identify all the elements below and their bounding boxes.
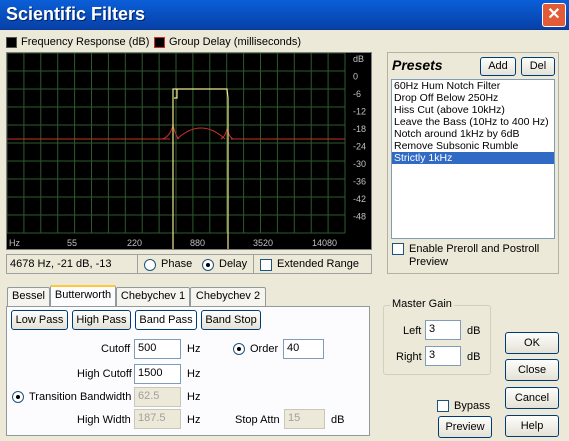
divider	[253, 255, 254, 273]
tab-chebychev-1[interactable]: Chebychev 1	[116, 287, 190, 306]
group-delay-label: Group Delay (milliseconds)	[169, 36, 302, 48]
list-item[interactable]: Hiss Cut (above 10kHz)	[392, 104, 554, 116]
presets-title: Presets	[392, 57, 443, 73]
right-gain-unit: dB	[467, 351, 481, 363]
phase-label: Phase	[161, 258, 193, 270]
list-item[interactable]: Strictly 1kHz	[392, 152, 554, 164]
status-bar: 4678 Hz, -21 dB, -13 Phase Delay Extende…	[6, 254, 372, 274]
list-item[interactable]: Notch around 1kHz by 6dB	[392, 128, 554, 140]
close-button[interactable]: Close	[505, 359, 559, 381]
x-tick-label: 3520	[253, 238, 273, 248]
add-preset-button[interactable]: Add	[480, 57, 516, 76]
cutoff-label: Cutoff	[101, 343, 131, 355]
right-gain-field[interactable]: 3	[425, 346, 461, 366]
stop-attn-field[interactable]: 15	[284, 409, 325, 429]
preview-button[interactable]: Preview	[438, 416, 492, 438]
group-delay-arc	[176, 127, 226, 140]
x-tick-label: 220	[127, 238, 142, 248]
y-tick-label: -24	[353, 142, 366, 152]
high-cutoff-label: High Cutoff	[77, 368, 132, 380]
presets-list[interactable]: 60Hz Hum Notch Filter Drop Off Below 250H…	[391, 79, 555, 239]
transition-bandwidth-label: Transition Bandwidth	[29, 391, 132, 403]
title-bar: Scientific Filters ✕	[0, 0, 569, 30]
frequency-response-curve	[172, 88, 229, 249]
y-tick-label: -42	[353, 194, 366, 204]
high-width-unit: Hz	[187, 414, 201, 426]
order-field[interactable]: 40	[283, 339, 324, 359]
band-pass-button[interactable]: Band Pass	[135, 310, 197, 330]
frequency-response-label: Frequency Response (dB)	[21, 36, 150, 48]
transition-bandwidth-field[interactable]: 62.5	[134, 387, 181, 407]
cancel-button[interactable]: Cancel	[505, 387, 559, 409]
stop-attn-unit: dB	[331, 414, 345, 426]
preroll-label: Enable Preroll and Postroll	[409, 243, 540, 255]
y-tick-label: -30	[353, 159, 366, 169]
cutoff-unit: Hz	[187, 343, 201, 355]
high-pass-button[interactable]: High Pass	[72, 310, 131, 330]
y-tick-label: dB	[353, 54, 364, 64]
order-radio[interactable]	[233, 343, 245, 355]
y-tick-label: 0	[353, 72, 358, 82]
list-item[interactable]: Leave the Bass (10Hz to 400 Hz)	[392, 116, 554, 128]
high-width-field[interactable]: 187.5	[134, 409, 181, 429]
master-gain-title: Master Gain	[390, 298, 454, 310]
list-item[interactable]: Remove Subsonic Rumble	[392, 140, 554, 152]
delay-radio[interactable]	[202, 259, 214, 271]
right-gain-label: Right	[396, 351, 422, 363]
order-label: Order	[250, 343, 279, 355]
high-width-label: High Width	[77, 414, 131, 426]
x-tick-label: 14080	[312, 238, 337, 248]
stop-attn-label: Stop Attn	[235, 414, 280, 426]
window-title: Scientific Filters	[6, 4, 146, 24]
x-tick-label: 880	[190, 238, 205, 248]
ok-button[interactable]: OK	[505, 332, 559, 354]
divider	[137, 255, 138, 273]
preroll-checkbox[interactable]	[392, 243, 404, 255]
left-gain-label: Left	[403, 325, 422, 337]
left-gain-unit: dB	[467, 325, 481, 337]
delete-preset-button[interactable]: Del	[521, 57, 555, 76]
low-pass-button[interactable]: Low Pass	[11, 310, 68, 330]
bypass-label: Bypass	[454, 400, 491, 412]
cursor-readout: 4678 Hz, -21 dB, -13	[10, 258, 112, 270]
extended-range-checkbox[interactable]	[260, 259, 272, 271]
left-gain-field[interactable]: 3	[425, 320, 461, 340]
close-icon[interactable]: ✕	[542, 3, 566, 27]
extended-range-label: Extended Range	[277, 258, 359, 270]
preroll-label-preview: Preview	[409, 256, 449, 268]
tab-bessel[interactable]: Bessel	[7, 287, 50, 306]
y-tick-label: -18	[353, 124, 366, 134]
y-tick-label: -48	[353, 212, 366, 222]
x-tick-label: Hz	[9, 238, 20, 248]
cutoff-field[interactable]: 500	[134, 339, 181, 359]
list-item[interactable]: 60Hz Hum Notch Filter	[392, 80, 554, 92]
list-item[interactable]: Drop Off Below 250Hz	[392, 92, 554, 104]
x-tick-label: 55	[67, 238, 77, 248]
y-tick-label: -12	[353, 107, 366, 117]
y-tick-label: -36	[353, 177, 366, 187]
delay-label: Delay	[219, 258, 248, 270]
high-cutoff-unit: Hz	[187, 368, 201, 380]
tab-chebychev-2[interactable]: Chebychev 2	[190, 287, 266, 306]
frequency-response-swatch	[6, 37, 17, 48]
band-stop-button[interactable]: Band Stop	[201, 310, 261, 330]
transition-bandwidth-unit: Hz	[187, 391, 201, 403]
graph-canvas: dB 0 -6 -12 -18 -24 -30 -36 -42 -48 Hz 55 220 880 352…	[6, 52, 366, 249]
y-tick-label: -6	[353, 89, 361, 99]
filter-graph[interactable]: dB 0 -6 -12 -18 -24 -30 -36 -42 -48 Hz 55 220 880 352…	[6, 52, 372, 250]
help-button[interactable]: Help	[505, 415, 559, 437]
high-cutoff-field[interactable]: 1500	[134, 364, 181, 384]
tab-butterworth[interactable]: Butterworth	[50, 285, 116, 306]
group-delay-swatch	[154, 37, 165, 48]
bypass-checkbox[interactable]	[437, 400, 449, 412]
transition-bandwidth-radio[interactable]	[12, 391, 24, 403]
phase-radio[interactable]	[144, 259, 156, 271]
